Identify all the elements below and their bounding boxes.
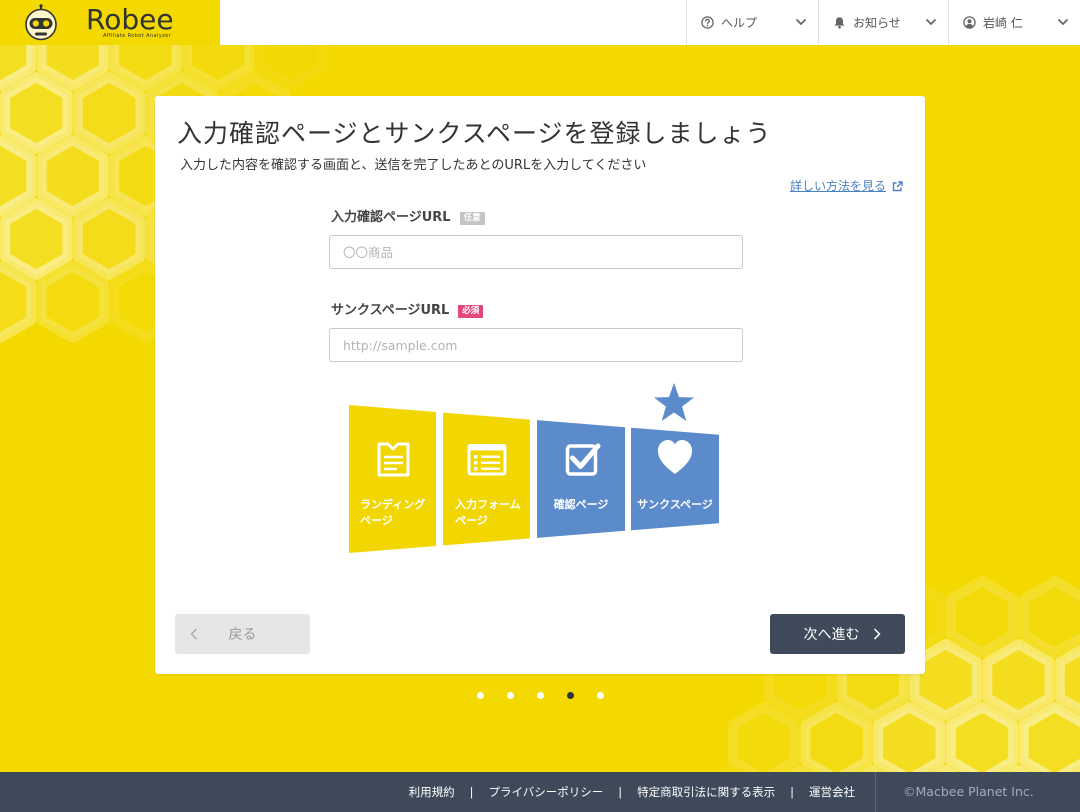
- background-hexagon: [873, 702, 946, 772]
- step-panel: [349, 405, 436, 553]
- step-label-line: ページ: [360, 514, 393, 527]
- help-circle-icon: [701, 16, 714, 29]
- pagination-dot: [537, 692, 544, 699]
- background-hexagon: [72, 72, 146, 154]
- background-hexagon: [1018, 702, 1080, 772]
- step-thanks-page: サンクスページ: [631, 383, 719, 531]
- footer-link-privacy[interactable]: プライバシーポリシー: [488, 784, 603, 800]
- step-label-line: ページ: [455, 514, 488, 527]
- logo-link[interactable]: Robee Affiliate Robot Analyzer: [0, 0, 220, 45]
- confirm-url-label-text: 入力確認ページURL: [331, 210, 451, 225]
- back-button-label: 戻る: [228, 627, 257, 643]
- page-description: 入力した内容を確認する画面と、送信を完了したあとのURLを入力してください: [180, 158, 647, 173]
- background-hexagon: [1018, 576, 1080, 658]
- step-label-line: ランディング: [360, 497, 425, 511]
- help-menu-label: ヘルプ: [721, 16, 758, 30]
- background-hexagon: [36, 135, 109, 217]
- footer-links: 利用規約 | プライバシーポリシー | 特定商取引法に関する表示 | 運営会社: [409, 772, 855, 812]
- background-hexagon: [72, 198, 146, 280]
- pagination: [477, 692, 604, 699]
- chevron-down-icon: [795, 18, 807, 26]
- background-hexagon: [36, 261, 109, 343]
- registration-card: 入力確認ページとサンクスページを登録しましょう 入力した内容を確認する画面と、送…: [155, 96, 925, 674]
- footer-separator: |: [790, 785, 794, 799]
- step-confirm-page: 確認ページ: [537, 420, 625, 538]
- footer-separator: |: [469, 785, 474, 799]
- step-label-line: 入力フォーム: [455, 497, 521, 511]
- background-hexagon: [982, 639, 1055, 721]
- user-menu[interactable]: 岩崎 仁: [948, 0, 1080, 45]
- background-hexagon: [800, 702, 873, 772]
- chevron-down-icon: [925, 18, 937, 26]
- bell-icon: [834, 17, 845, 29]
- step-label-line: 確認ページ: [554, 497, 609, 511]
- help-menu[interactable]: ヘルプ: [686, 0, 818, 45]
- confirm-url-label: 入力確認ページURL 任意: [331, 209, 485, 227]
- logo-wordmark: Robee: [86, 3, 174, 36]
- chevron-down-icon: [1057, 18, 1069, 26]
- step-landing-page: ランディング ページ: [349, 405, 436, 553]
- top-header: Robee Affiliate Robot Analyzer ヘルプ お知らせ …: [0, 0, 1080, 45]
- details-link[interactable]: 詳しい方法を見る: [790, 178, 903, 194]
- background-hexagon: [727, 702, 800, 772]
- logo-tagline: Affiliate Robot Analyzer: [103, 33, 172, 39]
- optional-badge: 任意: [459, 211, 485, 225]
- footer: 利用規約 | プライバシーポリシー | 特定商取引法に関する表示 | 運営会社 …: [0, 772, 1080, 812]
- step-panel: [631, 427, 719, 531]
- step-panel: [537, 420, 625, 538]
- notifications-menu[interactable]: お知らせ: [818, 0, 948, 45]
- next-button-label: 次へ進む: [803, 627, 860, 643]
- background-hexagon: [1055, 644, 1080, 716]
- confirm-url-input[interactable]: [329, 235, 743, 269]
- thanks-url-label-text: サンクスページURL: [331, 303, 450, 318]
- pagination-dot: [597, 692, 604, 699]
- robot-icon: [25, 4, 57, 41]
- user-menu-label: 岩崎 仁: [983, 16, 1023, 30]
- details-link-label: 詳しい方法を見る: [789, 179, 886, 193]
- required-badge: 必須: [458, 304, 484, 318]
- background-hexagon: [0, 72, 73, 154]
- next-button[interactable]: 次へ進む: [770, 614, 905, 654]
- back-button[interactable]: 戻る: [175, 614, 310, 654]
- user-circle-icon: [963, 16, 976, 29]
- thanks-url-label: サンクスページURL 必須: [331, 302, 484, 320]
- footer-link-terms[interactable]: 利用規約: [409, 784, 455, 800]
- background-hexagon: [945, 576, 1019, 658]
- footer-link-commercial-law[interactable]: 特定商取引法に関する表示: [637, 784, 775, 800]
- background-hexagon: [0, 198, 73, 280]
- footer-divider: [875, 772, 876, 812]
- pagination-dot-active: [567, 692, 574, 699]
- pagination-dot: [477, 692, 484, 699]
- footer-link-company[interactable]: 運営会社: [809, 784, 855, 800]
- background-hexagon: [0, 261, 37, 343]
- pagination-dot: [507, 692, 514, 699]
- step-input-form-page: 入力フォーム ページ: [443, 412, 530, 546]
- background-hexagon: [945, 702, 1019, 772]
- copyright: ©Macbee Planet Inc.: [903, 784, 1034, 799]
- chevron-right-icon: [873, 628, 881, 640]
- page-title: 入力確認ページとサンクスページを登録しましょう: [177, 119, 772, 148]
- chevron-left-icon: [190, 628, 198, 640]
- background-hexagon: [0, 135, 37, 217]
- thanks-url-input[interactable]: [329, 328, 743, 362]
- funnel-steps-illustration: ランディング ページ 入力フォーム ページ 確認ページ サンクスページ: [349, 383, 719, 553]
- star-icon: [654, 383, 694, 421]
- step-label-line: サンクスページ: [637, 498, 713, 511]
- external-link-icon: [892, 180, 903, 191]
- notifications-menu-label: お知らせ: [853, 16, 901, 30]
- footer-separator: |: [618, 785, 623, 799]
